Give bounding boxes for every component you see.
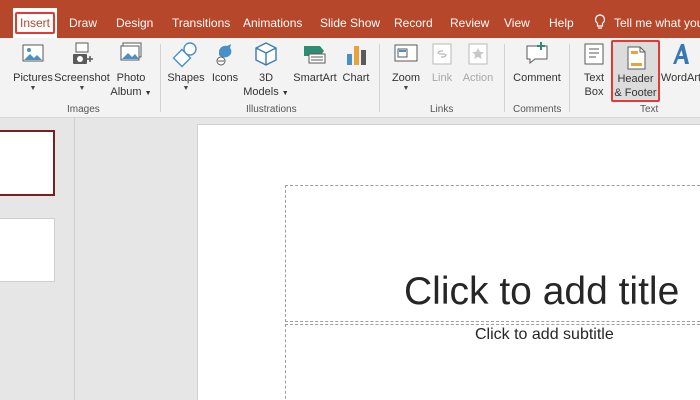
chevron-down-icon: ▼ [182, 85, 190, 92]
slide[interactable] [197, 124, 700, 400]
smartart-label: SmartArt [293, 72, 337, 84]
comment-label: Comment [513, 72, 561, 84]
photo-album-label-2: Album [110, 86, 142, 98]
action-button[interactable]: Action [460, 40, 496, 85]
slide-editor-canvas[interactable] [75, 118, 700, 400]
shapes-icon [172, 42, 197, 68]
zoom-button[interactable]: Zoom ▼ [386, 40, 426, 93]
cube-icon [255, 42, 277, 66]
photo-album-button[interactable]: Photo Album ▼ [110, 40, 152, 101]
chevron-down-icon: ▼ [29, 85, 37, 92]
zoom-label: Zoom [391, 72, 421, 84]
link-button[interactable]: Link [428, 40, 456, 85]
tell-me-search[interactable]: Tell me what you [594, 0, 700, 38]
chevron-down-icon: ▼ [78, 85, 86, 92]
screenshot-icon [73, 42, 93, 64]
zoom-icon [394, 44, 418, 62]
bar-chart-icon [347, 46, 366, 65]
icons-button[interactable]: Icons [207, 40, 243, 85]
header-footer-label-2: & Footer [614, 87, 657, 99]
link-label: Link [431, 72, 453, 84]
3d-models-label-1: 3D [258, 72, 274, 84]
chevron-down-icon: ▼ [144, 90, 152, 97]
text-box-button[interactable]: Text Box [578, 40, 610, 99]
pictures-icon [22, 44, 44, 62]
comment-icon [526, 42, 548, 65]
photo-album-label-1: Photo [116, 72, 146, 84]
tab-help[interactable]: Help [549, 0, 574, 38]
chart-button[interactable]: Chart [339, 40, 373, 85]
chart-label: Chart [342, 72, 370, 84]
wordart-label: WordArt [660, 72, 700, 84]
shapes-label: Shapes [167, 72, 205, 84]
group-label-links: Links [430, 104, 454, 115]
tab-view[interactable]: View [504, 0, 530, 38]
slide-thumbnail-selected[interactable] [0, 130, 55, 196]
tab-transitions[interactable]: Transitions [172, 0, 230, 38]
photo-album-icon [120, 42, 142, 61]
wordart-button[interactable]: WordArt [658, 40, 700, 85]
slide-thumbnail-pane[interactable] [0, 118, 75, 400]
comment-button[interactable]: Comment [510, 40, 564, 85]
text-box-label-1: Text [583, 72, 605, 84]
action-label: Action [462, 72, 494, 84]
group-label-text: Text [640, 104, 659, 115]
group-label-images: Images [67, 104, 100, 115]
tab-draw[interactable]: Draw [69, 0, 97, 38]
text-box-label-2: Box [584, 86, 604, 98]
pictures-label: Pictures [13, 72, 53, 84]
tab-record[interactable]: Record [394, 0, 433, 38]
group-divider [569, 44, 570, 112]
lightbulb-icon [594, 14, 606, 29]
icons-icon [216, 44, 232, 66]
pictures-button[interactable]: Pictures ▼ [12, 40, 54, 93]
tab-animations[interactable]: Animations [243, 0, 302, 38]
wordart-icon [673, 44, 689, 64]
header-footer-label-1: Header [617, 73, 654, 85]
tab-design[interactable]: Design [116, 0, 153, 38]
shapes-button[interactable]: Shapes ▼ [166, 40, 206, 93]
smartart-button[interactable]: SmartArt [292, 40, 338, 85]
smartart-icon [304, 46, 326, 64]
action-star-icon [468, 43, 488, 65]
tab-insert-label: Insert [15, 12, 56, 34]
screenshot-button[interactable]: Screenshot ▼ [54, 40, 110, 93]
header-footer-button[interactable]: Header & Footer [611, 40, 660, 102]
icons-label: Icons [211, 72, 239, 84]
group-divider [160, 44, 161, 112]
chevron-down-icon: ▼ [281, 90, 289, 97]
tell-me-text: Tell me what you [614, 16, 700, 30]
text-box-icon [584, 43, 604, 65]
group-divider [504, 44, 505, 112]
link-icon [432, 43, 452, 65]
ribbon: Pictures ▼ Screenshot ▼ Photo Album ▼ Im… [0, 38, 700, 118]
header-footer-icon [627, 46, 646, 70]
slide-thumbnail[interactable] [0, 218, 55, 282]
group-divider [379, 44, 380, 112]
chevron-down-icon: ▼ [402, 85, 410, 92]
screenshot-label: Screenshot [54, 72, 110, 84]
3d-models-label-2: Models [243, 86, 279, 98]
title-placeholder-text[interactable]: Click to add title [404, 268, 679, 316]
ribbon-tab-bar: Insert Draw Design Transitions Animation… [0, 0, 700, 38]
subtitle-placeholder-text[interactable]: Click to add subtitle [475, 325, 614, 345]
tab-insert[interactable]: Insert [13, 8, 58, 38]
3d-models-button[interactable]: 3D Models ▼ [243, 40, 289, 101]
group-label-illustrations: Illustrations [246, 104, 297, 115]
tab-review[interactable]: Review [450, 0, 489, 38]
tab-slide-show[interactable]: Slide Show [320, 0, 380, 38]
group-label-comments: Comments [513, 104, 562, 115]
